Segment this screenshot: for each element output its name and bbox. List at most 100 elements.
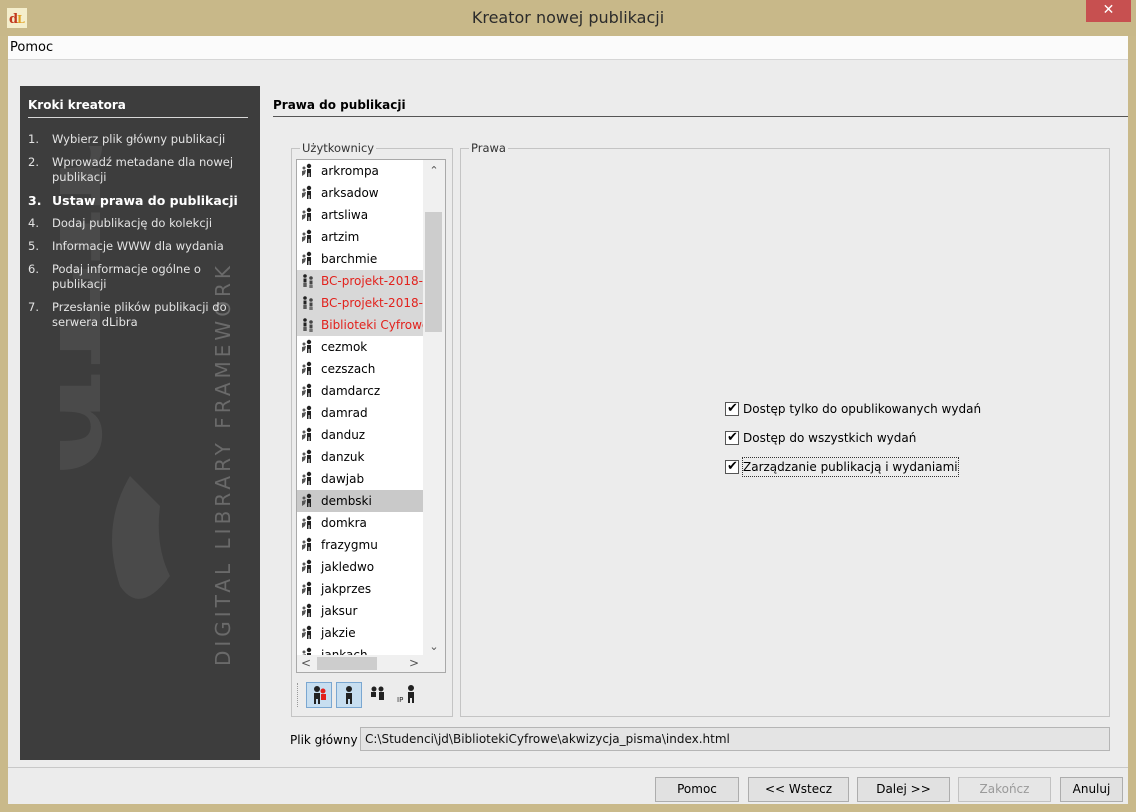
show-all-filter-button[interactable] <box>306 682 332 708</box>
check-icon: ✔ <box>727 430 738 445</box>
user-row[interactable]: damrad <box>297 402 423 424</box>
wizard-steps-sidebar: dLib DIGITAL LIBRARY FRAMEWORK Kroki kre… <box>20 86 260 760</box>
user-icon <box>302 537 312 551</box>
close-button[interactable]: ✕ <box>1086 0 1131 22</box>
users-group: Użytkownicy arkrompa arksadow artsliwa artz… <box>291 141 453 717</box>
users-group-label: Użytkownicy <box>300 141 377 155</box>
step-7: 7. Przesłanie plików publikacji do serwer… <box>28 300 227 329</box>
user-row[interactable]: domkra <box>297 512 423 534</box>
step-4: 4. Dodaj publikację do kolekcji <box>28 216 213 230</box>
user-row[interactable]: jakprzes <box>297 578 423 600</box>
window-title: Kreator nowej publikacji <box>471 8 665 27</box>
user-row[interactable]: cezszach <box>297 358 423 380</box>
back-button[interactable]: << Wstecz <box>748 777 849 802</box>
show-ip-filter-button[interactable]: IP <box>396 682 422 708</box>
cancel-button[interactable]: Anuluj <box>1060 777 1123 802</box>
user-name: jakprzes <box>321 582 372 596</box>
group-row[interactable]: Biblioteki Cyfrowe <box>297 314 423 336</box>
vertical-scroll-thumb[interactable] <box>425 212 442 332</box>
right-published-only-label: Dostęp tylko do opublikowanych wydań <box>743 402 982 416</box>
section-divider <box>273 116 1128 117</box>
steps-heading: Kroki kreatora <box>28 98 126 112</box>
ip-user-icon: IP <box>397 685 414 704</box>
user-row[interactable]: dembski <box>297 490 423 512</box>
checkbox-all-editions[interactable]: ✔ <box>725 430 739 445</box>
user-name: barchmie <box>321 252 378 266</box>
users-filter-toolbar: IP <box>296 679 446 711</box>
user-row[interactable]: arksadow <box>297 182 423 204</box>
show-groups-filter-button[interactable] <box>366 682 392 708</box>
next-button[interactable]: Dalej >> <box>857 777 950 802</box>
group-icon <box>303 296 313 310</box>
scroll-up-icon[interactable]: ⌃ <box>423 162 445 180</box>
rights-group: Prawa ✔ Dostęp tylko do opublikowanych w… <box>460 141 1110 717</box>
user-name: cezszach <box>321 362 376 376</box>
user-row[interactable]: artsliwa <box>297 204 423 226</box>
user-row[interactable]: frazygmu <box>297 534 423 556</box>
user-icon <box>302 559 312 573</box>
checkbox-manage[interactable]: ✔ <box>725 459 739 474</box>
user-icon <box>302 449 312 463</box>
steps-list: 1. Wybierz plik główny publikacji 2. Wprow… <box>28 132 253 338</box>
users-horizontal-scrollbar[interactable]: < > <box>297 655 445 672</box>
scroll-left-icon[interactable]: < <box>297 655 315 672</box>
user-name: damrad <box>321 406 368 420</box>
user-row[interactable]: damdarcz <box>297 380 423 402</box>
user-row[interactable]: cezmok <box>297 336 423 358</box>
help-button[interactable]: Pomoc <box>655 777 739 802</box>
user-name: danzuk <box>321 450 365 464</box>
user-row[interactable]: artzim <box>297 226 423 248</box>
toolbar-grip[interactable] <box>297 683 300 707</box>
user-name: dembski <box>321 494 372 508</box>
user-icon <box>302 515 312 529</box>
user-name: frazygmu <box>321 538 378 552</box>
user-icon <box>302 493 312 507</box>
step-5: 5. Informacje WWW dla wydania <box>28 239 224 253</box>
user-name: jakledwo <box>321 560 375 574</box>
group-row[interactable]: BC-projekt-2018- <box>297 292 423 314</box>
user-icon <box>302 405 312 419</box>
user-name: artzim <box>321 230 360 244</box>
main-file-label: Plik główny <box>290 733 358 747</box>
step-6: 6. Podaj informacje ogólne o publikacji <box>28 262 201 291</box>
user-name: Biblioteki Cyfrowe <box>321 318 423 332</box>
users-vertical-scrollbar[interactable]: ⌃ ⌄ <box>423 160 445 656</box>
user-name: dawjab <box>321 472 365 486</box>
horizontal-scroll-thumb[interactable] <box>317 657 377 670</box>
user-row[interactable]: jaksur <box>297 600 423 622</box>
user-row[interactable]: dawjab <box>297 468 423 490</box>
user-icon <box>346 686 352 704</box>
user-row[interactable]: arkrompa <box>297 160 423 182</box>
close-icon: ✕ <box>1102 2 1115 18</box>
user-icon <box>302 207 312 221</box>
user-name: BC-projekt-2018- <box>321 274 423 288</box>
step-2: 2. Wprowadź metadane dla nowej publikacji <box>28 155 234 184</box>
user-icon <box>302 471 312 485</box>
users-list[interactable]: arkrompa arksadow artsliwa artzim barchmie BC… <box>296 159 446 673</box>
show-users-filter-button[interactable] <box>336 682 362 708</box>
user-icon <box>302 163 312 177</box>
user-row[interactable]: barchmie <box>297 248 423 270</box>
svg-text:IP: IP <box>397 696 403 704</box>
scroll-right-icon[interactable]: > <box>405 655 423 672</box>
group-icon <box>303 274 313 288</box>
user-icon <box>302 383 312 397</box>
user-name: damdarcz <box>321 384 381 398</box>
scroll-down-icon[interactable]: ⌄ <box>423 638 445 656</box>
step-3-active: 3. Ustaw prawa do publikacji <box>28 193 238 208</box>
user-name: danduz <box>321 428 366 442</box>
user-name: jaksur <box>321 604 358 618</box>
user-row[interactable]: danduz <box>297 424 423 446</box>
user-row[interactable]: jakzie <box>297 622 423 644</box>
check-icon: ✔ <box>727 459 738 474</box>
title-bar[interactable]: d L Kreator nowej publikacji ✕ <box>0 0 1136 36</box>
group-row[interactable]: BC-projekt-2018- <box>297 270 423 292</box>
user-icon <box>302 603 312 617</box>
menu-help[interactable]: Pomoc <box>10 40 53 55</box>
checkbox-published-only[interactable]: ✔ <box>725 401 739 416</box>
finish-button[interactable]: Zakończ <box>958 777 1051 802</box>
rights-group-label: Prawa <box>469 141 508 155</box>
user-row[interactable]: jakledwo <box>297 556 423 578</box>
user-row[interactable]: danzuk <box>297 446 423 468</box>
user-name: arksadow <box>321 186 379 200</box>
